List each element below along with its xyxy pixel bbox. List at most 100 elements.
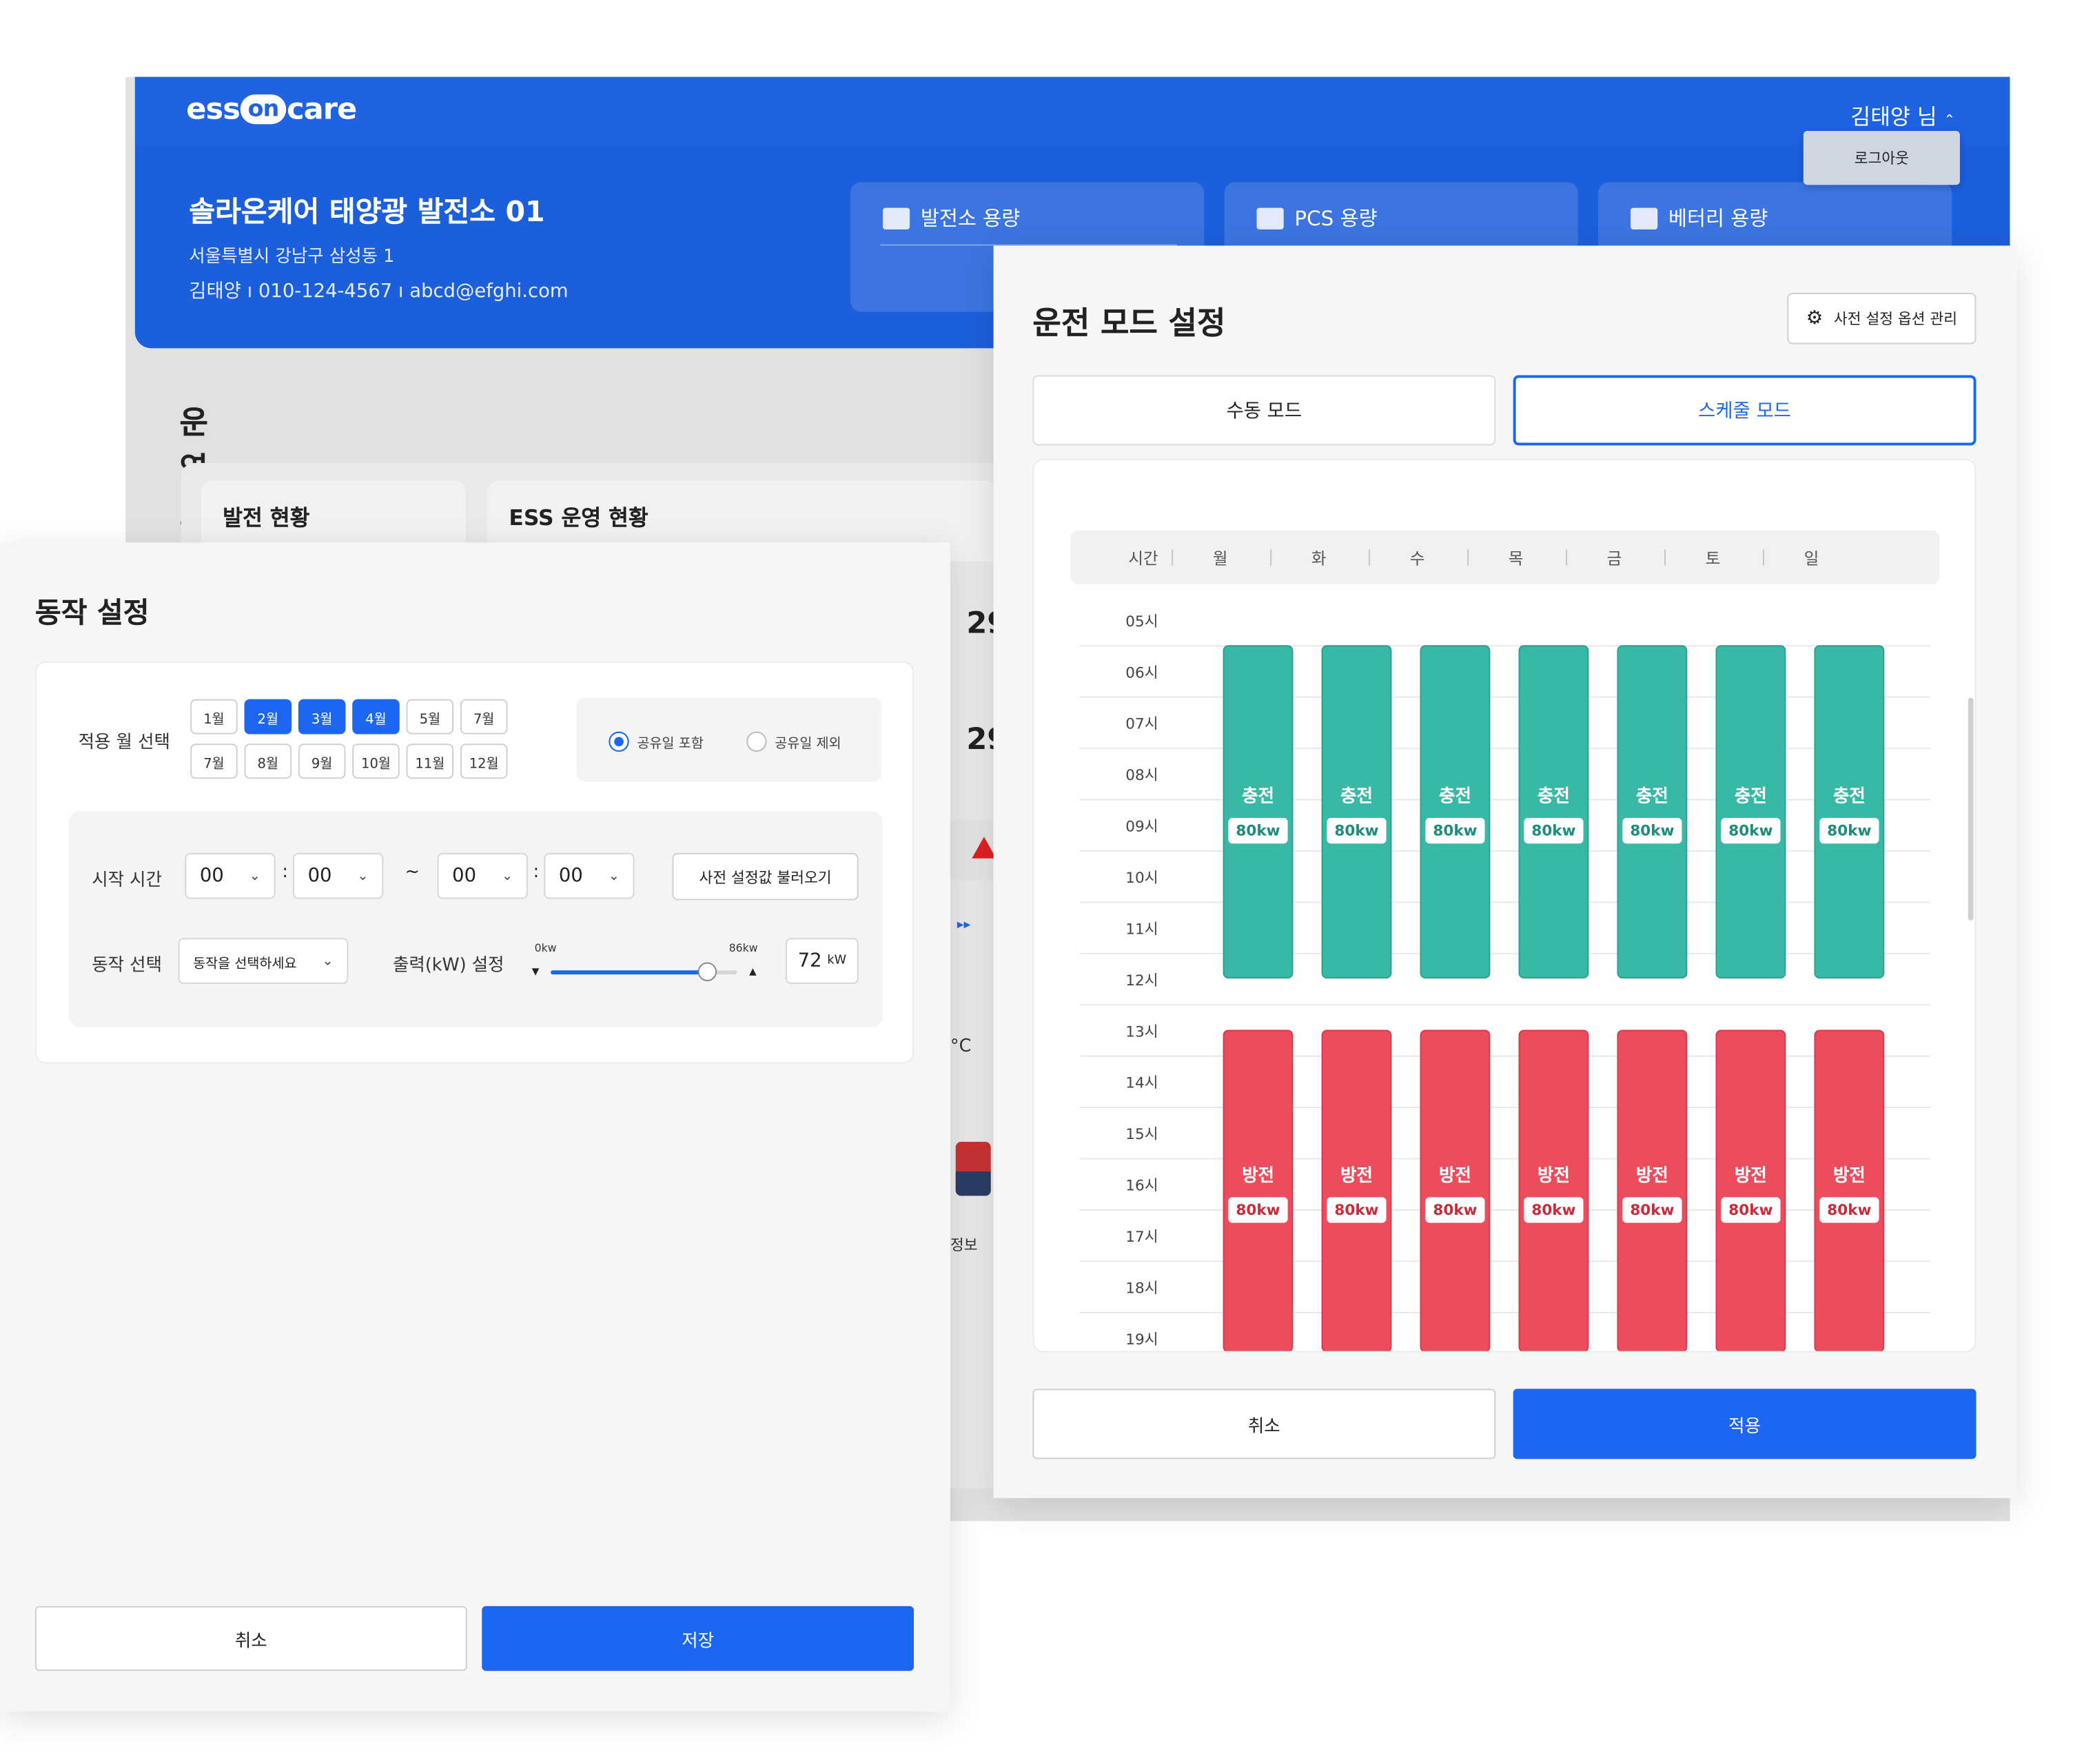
time-colon: : (282, 862, 288, 883)
discharge-block[interactable]: 방전 80kw (1814, 1029, 1885, 1351)
panel-title: 동작 설정 (34, 596, 150, 629)
chevron-down-icon: ⌄ (501, 868, 513, 883)
block-value: 80kw (1326, 1196, 1387, 1222)
month-button[interactable]: 7월 (190, 743, 238, 779)
charge-block[interactable]: 충전 80kw (1223, 645, 1294, 979)
slider-max-label: 86kw (728, 942, 758, 954)
month-button[interactable]: 11월 (406, 743, 454, 779)
output-value-input[interactable]: 72 kW (785, 938, 859, 984)
start-minute-select[interactable]: 00 ⌄ (293, 852, 384, 899)
output-label: 출력(kW) 설정 (392, 955, 504, 976)
block-value: 80kw (1622, 817, 1683, 843)
gear-icon: ⚙ (1806, 307, 1823, 329)
discharge-block[interactable]: 방전 80kw (1223, 1029, 1294, 1351)
caret-down-icon: ▼ (531, 966, 540, 978)
discharge-block[interactable]: 방전 80kw (1420, 1029, 1491, 1351)
charge-block[interactable]: 충전 80kw (1617, 645, 1688, 979)
hour-label: 18시 (1125, 1279, 1158, 1298)
capacity-label: PCS 용량 (1294, 206, 1378, 231)
charge-block[interactable]: 충전 80kw (1518, 645, 1589, 979)
holiday-include-option[interactable]: 공유일 포함 (609, 728, 704, 753)
radio-unchecked-icon[interactable] (746, 731, 767, 752)
month-button[interactable]: 2월 (244, 699, 292, 735)
block-label: 충전 (1340, 786, 1373, 807)
month-row: 7월 8월 9월 10월 11월 12월 (190, 743, 508, 779)
output-value: 72 (797, 950, 822, 972)
month-button[interactable]: 12월 (460, 743, 508, 779)
end-hour-select[interactable]: 00 ⌄ (437, 852, 528, 899)
discharge-block[interactable]: 방전 80kw (1715, 1029, 1786, 1351)
grid-line (1079, 799, 1930, 801)
capacity-label: 베터리 용량 (1668, 206, 1768, 231)
time-tilde: ~ (405, 862, 420, 883)
block-value: 80kw (1227, 1196, 1289, 1222)
discharge-block[interactable]: 방전 80kw (1617, 1029, 1688, 1351)
save-button[interactable]: 저장 (482, 1606, 914, 1671)
discharge-block[interactable]: 방전 80kw (1518, 1029, 1589, 1351)
month-button[interactable]: 5월 (406, 699, 454, 735)
tab-manual-mode[interactable]: 수동 모드 (1032, 375, 1496, 446)
radio-label: 공유일 포함 (637, 737, 704, 752)
block-label: 충전 (1636, 786, 1668, 807)
radio-checked-icon[interactable] (609, 731, 629, 752)
end-minute-select[interactable]: 00 ⌄ (544, 852, 635, 899)
select-value: 00 (558, 865, 583, 887)
charge-block[interactable]: 충전 80kw (1715, 645, 1786, 979)
action-select[interactable]: 동작을 선택하세요 ⌄ (178, 938, 349, 984)
charge-block[interactable]: 충전 80kw (1814, 645, 1885, 979)
cancel-button[interactable]: 취소 (1032, 1388, 1496, 1459)
logo[interactable]: ess on care (186, 93, 357, 127)
charge-block[interactable]: 충전 80kw (1420, 645, 1491, 979)
tab-schedule-mode[interactable]: 스케줄 모드 (1513, 375, 1976, 446)
block-value: 80kw (1720, 817, 1781, 843)
hour-label: 15시 (1125, 1125, 1158, 1144)
user-name: 김태양 님 (1850, 103, 1937, 130)
top-bar: ess on care 김태양 님 ⌃ (134, 76, 2010, 145)
discharge-block[interactable]: 방전 80kw (1321, 1029, 1392, 1351)
block-value: 80kw (1424, 1196, 1486, 1222)
block-label: 충전 (1242, 786, 1274, 807)
preset-manage-button[interactable]: ⚙ 사전 설정 옵션 관리 (1787, 293, 1976, 345)
battery-icon (1631, 207, 1658, 229)
user-menu[interactable]: 김태양 님 ⌃ (1850, 99, 1955, 131)
block-value: 80kw (1326, 817, 1387, 843)
chevron-down-icon: ⌄ (608, 868, 620, 883)
slider-knob[interactable] (697, 962, 717, 981)
cancel-button[interactable]: 취소 (34, 1606, 467, 1671)
chevron-down-icon: ⌄ (249, 868, 261, 883)
chevron-down-icon: ⌄ (357, 868, 369, 883)
block-label: 충전 (1832, 786, 1866, 807)
output-slider[interactable] (551, 962, 737, 981)
slider-fill (551, 970, 708, 975)
month-button[interactable]: 10월 (352, 743, 400, 779)
block-label: 방전 (1636, 1165, 1668, 1187)
grid-line (1079, 901, 1930, 903)
select-placeholder: 동작을 선택하세요 (193, 956, 297, 972)
load-preset-button[interactable]: 사전 설정값 불러오기 (672, 852, 859, 901)
peek-info: 정보 (950, 1236, 978, 1254)
start-hour-select[interactable]: 00 ⌄ (185, 852, 276, 899)
month-button[interactable]: 7월 (460, 699, 508, 735)
charge-block[interactable]: 충전 80kw (1321, 645, 1392, 979)
logout-button[interactable]: 로그아웃 (1803, 130, 1961, 185)
site-title: 솔라온케어 태양광 발전소 01 (189, 196, 545, 229)
scrollbar[interactable] (1968, 697, 1974, 921)
hour-label: 09시 (1125, 817, 1158, 836)
month-button[interactable]: 8월 (244, 743, 292, 779)
apply-button[interactable]: 적용 (1513, 1388, 1976, 1459)
hour-label: 08시 (1125, 766, 1158, 785)
block-label: 방전 (1439, 1165, 1471, 1187)
chevron-down-icon: ⌄ (322, 953, 334, 969)
hour-label: 11시 (1125, 920, 1158, 939)
month-button[interactable]: 4월 (352, 699, 400, 735)
block-value: 80kw (1523, 1196, 1584, 1222)
month-button[interactable]: 3월 (298, 699, 346, 735)
holiday-exclude-option[interactable]: 공유일 제외 (746, 728, 841, 753)
block-value: 80kw (1819, 817, 1880, 843)
block-value: 80kw (1819, 1196, 1880, 1222)
month-button[interactable]: 1월 (190, 699, 238, 735)
grid-line (1079, 1311, 1930, 1313)
month-button[interactable]: 9월 (298, 743, 346, 779)
block-label: 방전 (1734, 1165, 1767, 1187)
select-value: 00 (307, 865, 332, 887)
